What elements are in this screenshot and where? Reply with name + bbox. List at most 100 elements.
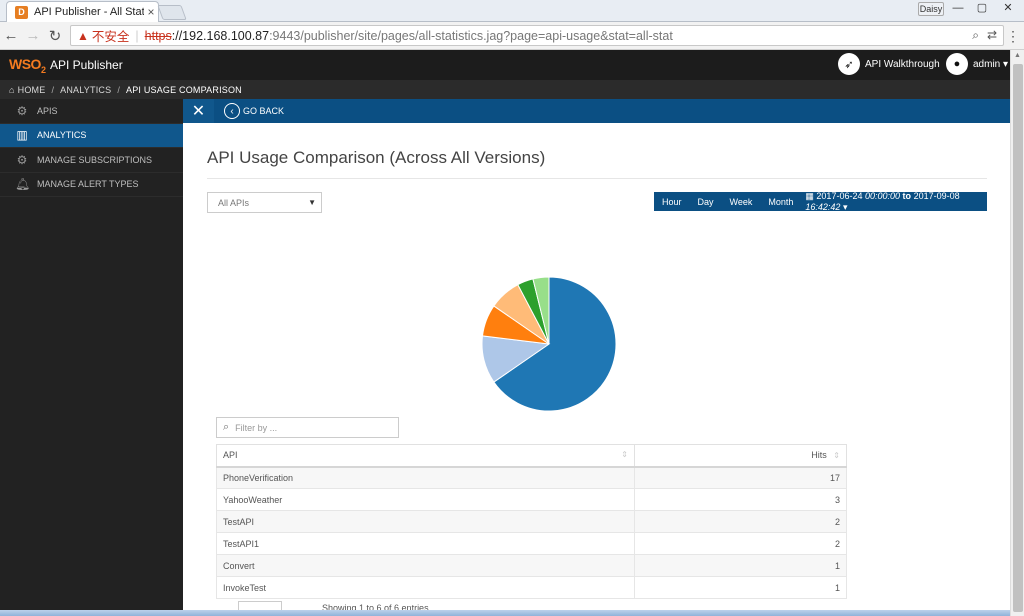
sidebar-item-analytics[interactable]: ▥ ANALYTICS — [0, 123, 183, 148]
column-label: Hits — [811, 450, 827, 461]
api-walkthrough-button[interactable]: ➶ API Walkthrough — [838, 53, 940, 75]
page-title: API Usage Comparison (Across All Version… — [207, 148, 546, 167]
sidebar-item-manage-alert-types[interactable]: 🔔︎ MANAGE ALERT TYPES — [0, 173, 183, 197]
hits-cell: 2 — [634, 532, 847, 555]
table-row: TestAPI 2 — [216, 510, 847, 533]
browser-tab[interactable]: D API Publisher - All Stat × — [6, 1, 159, 22]
hits-cell: 3 — [634, 488, 847, 511]
filter-input[interactable]: ⌕ Filter by ... — [216, 417, 399, 438]
new-tab-button[interactable] — [157, 5, 187, 20]
api-hits-table: API ⇕ Hits ⇕ PhoneVerification 17 YahooW… — [216, 444, 847, 599]
sidebar-item-manage-subscriptions[interactable]: ⚙ MANAGE SUBSCRIPTIONS — [0, 148, 183, 173]
url-separator: | — [135, 28, 139, 43]
address-bar-row: ← → ↻ ▲ 不安全 | https://192.168.100.87:944… — [0, 22, 1024, 50]
breadcrumb-separator: / — [51, 84, 55, 95]
api-cell: TestAPI — [216, 510, 635, 533]
maximize-button[interactable]: ▢ — [972, 2, 992, 16]
go-back-label: GO BACK — [243, 106, 285, 116]
range-to-date: 2017-09-08 — [913, 190, 960, 201]
scroll-thumb[interactable] — [1013, 64, 1023, 612]
back-button[interactable]: ← — [0, 27, 22, 44]
walkthrough-label: API Walkthrough — [865, 58, 940, 70]
url-path: :9443/publisher/site/pages/all-statistic… — [269, 28, 673, 43]
hits-cell: 1 — [634, 554, 847, 577]
go-back-button[interactable]: ‹ GO BACK — [224, 103, 284, 119]
content-subbar: ✕ ‹ GO BACK — [183, 99, 1010, 123]
column-header-hits[interactable]: Hits ⇕ — [634, 444, 847, 468]
insecure-label: 不安全 — [91, 30, 130, 44]
api-cell: InvokeTest — [216, 576, 635, 599]
os-taskbar — [0, 610, 1010, 616]
date-range-bar: Hour Day Week Month ▦ 2017-06-24 00:00:0… — [654, 191, 987, 213]
translate-icon[interactable]: ⇄ — [987, 28, 997, 43]
api-select-value: All APIs — [218, 197, 250, 208]
close-panel-button[interactable]: ✕ — [183, 99, 214, 123]
home-icon: ⌂ — [9, 84, 15, 95]
breadcrumb-analytics[interactable]: ANALYTICS — [60, 85, 111, 95]
favicon-icon: D — [15, 5, 28, 19]
rocket-icon: ➶ — [838, 53, 860, 75]
forward-button[interactable]: → — [22, 27, 44, 44]
hits-cell: 2 — [634, 510, 847, 533]
api-cell: PhoneVerification — [216, 466, 635, 489]
app-header: WSO2 API Publisher ➶ API Walkthrough ● a… — [0, 50, 1010, 80]
omnibox-actions: ⌕ ⇄ — [972, 28, 997, 43]
api-select[interactable]: All APIs ▼ — [207, 192, 322, 213]
page-scrollbar[interactable]: ▲ — [1010, 50, 1024, 616]
range-to-word: to — [902, 190, 912, 201]
column-header-api[interactable]: API ⇕ — [216, 444, 635, 468]
sort-icon: ⇕ — [833, 451, 840, 461]
search-icon: ⌕ — [223, 421, 230, 433]
filter-placeholder: Filter by ... — [235, 422, 278, 433]
table-row: YahooWeather 3 — [216, 488, 847, 511]
chevron-left-icon: ‹ — [224, 103, 240, 119]
date-range-picker[interactable]: ▦ 2017-06-24 00:00:00 to 2017-09-08 16:4… — [805, 191, 987, 213]
chart-icon: ▥ — [16, 128, 28, 143]
range-month-button[interactable]: Month — [760, 197, 801, 207]
hits-cell: 1 — [634, 576, 847, 599]
breadcrumb-home[interactable]: HOME — [18, 85, 46, 95]
url-input[interactable]: ▲ 不安全 | https://192.168.100.87:9443/publ… — [70, 25, 1004, 46]
range-day-button[interactable]: Day — [690, 197, 722, 207]
caret-down-icon: ▼ — [308, 198, 316, 207]
api-cell: YahooWeather — [216, 488, 635, 511]
table-row: Convert 1 — [216, 554, 847, 577]
wso2-logo[interactable]: WSO2 — [9, 56, 46, 75]
caret-down-icon: ▾ — [842, 201, 848, 212]
sidebar: ⚙ APIS ▥ ANALYTICS ⚙ MANAGE SUBSCRIPTION… — [0, 99, 183, 616]
browser-menu-icon[interactable]: ⋮ — [1006, 28, 1020, 45]
warning-icon: ▲ — [77, 28, 89, 43]
bell-icon: 🔔︎ — [15, 177, 31, 192]
range-from-date: 2017-06-24 — [816, 190, 863, 201]
range-from-time: 00:00:00 — [864, 190, 901, 201]
tab-title: API Publisher - All Stat — [34, 6, 144, 18]
window-controls: Daisy — ▢ ✕ — [918, 0, 1020, 16]
column-label: API — [223, 450, 238, 461]
url-host: ://192.168.100.87 — [171, 28, 270, 43]
range-week-button[interactable]: Week — [722, 197, 761, 207]
window-user-badge[interactable]: Daisy — [918, 2, 944, 16]
scroll-up-icon[interactable]: ▲ — [1014, 52, 1021, 59]
sidebar-item-label: ANALYTICS — [37, 130, 87, 141]
sidebar-item-apis[interactable]: ⚙ APIS — [0, 99, 183, 124]
sidebar-item-label: MANAGE SUBSCRIPTIONS — [37, 154, 153, 165]
minimize-button[interactable]: — — [948, 2, 968, 16]
tab-close-icon[interactable]: × — [144, 5, 158, 19]
api-cell: Convert — [216, 554, 635, 577]
sidebar-item-label: APIS — [37, 105, 58, 116]
title-divider — [207, 178, 987, 179]
user-avatar-icon: ● — [946, 53, 968, 75]
table-row: InvokeTest 1 — [216, 576, 847, 599]
table-row: TestAPI1 2 — [216, 532, 847, 555]
hits-cell: 17 — [634, 466, 847, 489]
search-icon[interactable]: ⌕ — [972, 28, 979, 43]
window-close-button[interactable]: ✕ — [996, 2, 1020, 16]
api-usage-pie-chart — [481, 276, 617, 412]
breadcrumb-current: API USAGE COMPARISON — [126, 84, 242, 95]
gear-icon: ⚙ — [16, 152, 28, 167]
reload-button[interactable]: ↻ — [44, 27, 66, 45]
calendar-icon: ▦ — [805, 190, 814, 201]
user-menu[interactable]: ● admin ▾ — [946, 53, 1008, 75]
range-hour-button[interactable]: Hour — [654, 197, 690, 207]
breadcrumb: ⌂ HOME / ANALYTICS / API USAGE COMPARISO… — [0, 80, 1010, 99]
